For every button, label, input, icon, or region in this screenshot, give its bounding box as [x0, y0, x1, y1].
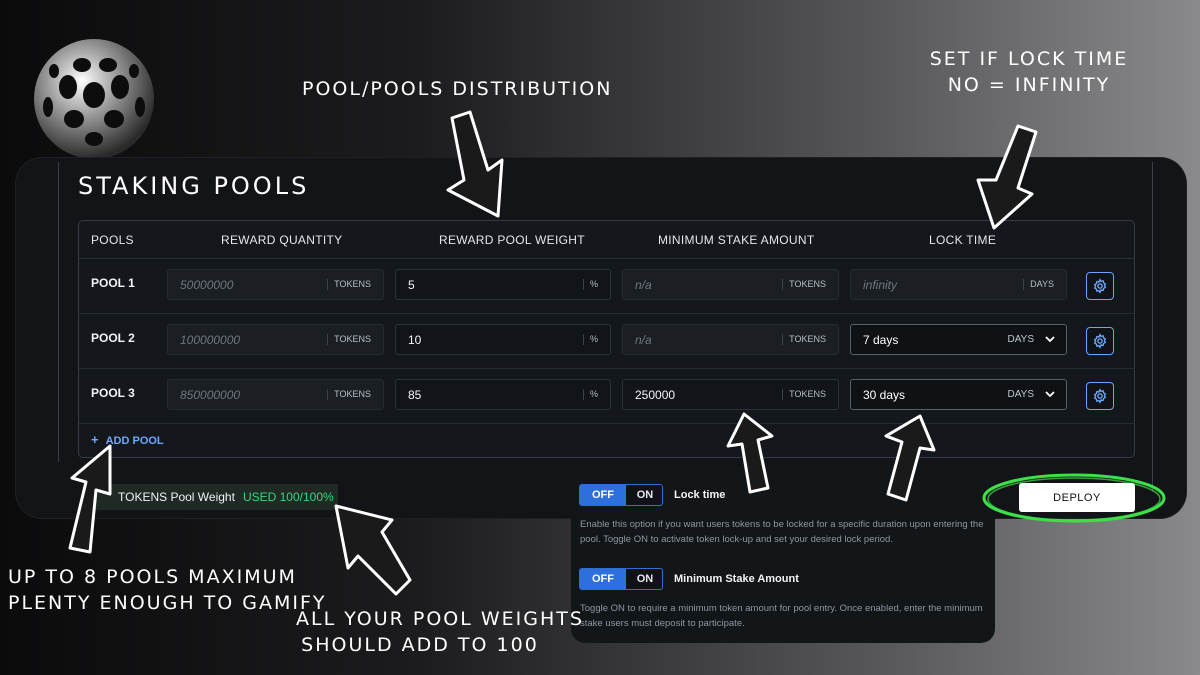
arrow-up-left-icon: [334, 504, 412, 596]
pointer-arrows: [68, 110, 1038, 596]
arrow-up-icon: [68, 444, 112, 554]
arrow-down-icon: [446, 110, 504, 218]
arrow-down-icon: [976, 124, 1038, 230]
arrow-up-icon: [726, 412, 774, 494]
arrow-up-icon: [884, 414, 936, 502]
